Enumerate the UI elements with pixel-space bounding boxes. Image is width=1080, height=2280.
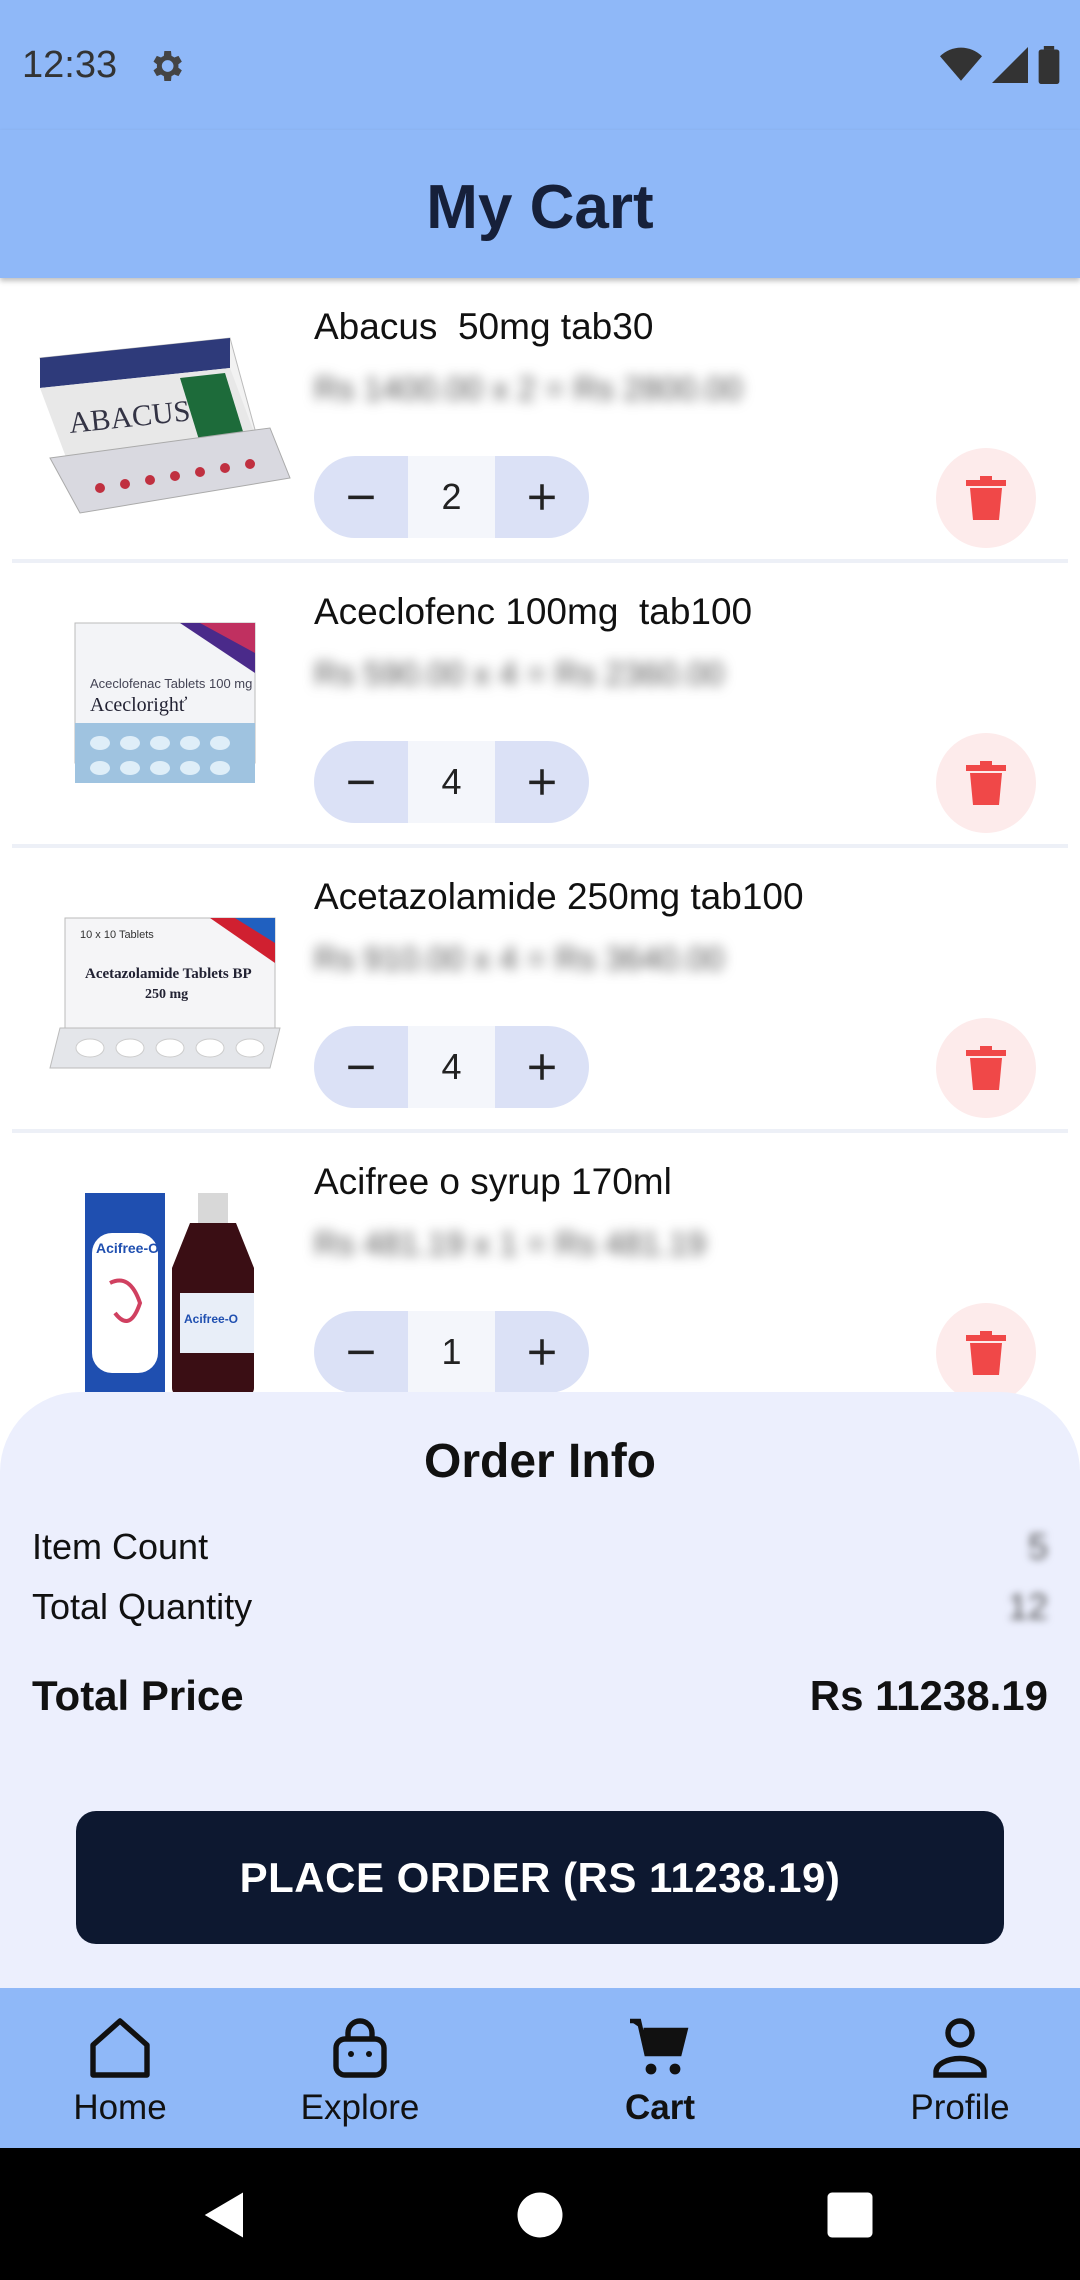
- product-image-aceclofenac: Aceclofenac Tablets 100 mg Aceclorighť: [30, 603, 300, 803]
- trash-icon: [966, 761, 1006, 805]
- trash-icon: [966, 1046, 1006, 1090]
- minus-icon: [348, 1065, 374, 1070]
- place-order-button[interactable]: PLACE ORDER (RS 11238.19): [76, 1811, 1004, 1944]
- decrease-quantity-button[interactable]: [314, 1026, 408, 1108]
- quantity-value: 4: [408, 1026, 495, 1108]
- svg-text:Aceclorighť: Aceclorighť: [90, 694, 188, 716]
- battery-icon: [1038, 46, 1060, 89]
- status-time: 12:33: [22, 44, 118, 86]
- quantity-stepper: 1: [314, 1311, 589, 1393]
- total-price-value: Rs 11238.19: [809, 1672, 1048, 1719]
- product-image-abacus: ABACUS: [30, 318, 300, 518]
- item-name: Acifree o syrup 170ml: [314, 1161, 672, 1202]
- minus-icon: [348, 780, 374, 785]
- cart-icon: [630, 2018, 689, 2075]
- trash-icon: [966, 1331, 1006, 1375]
- home-circle-icon[interactable]: [513, 2188, 567, 2242]
- delete-item-button[interactable]: [936, 1018, 1036, 1118]
- total-quantity-label: Total Quantity: [32, 1586, 253, 1627]
- item-name: Acetazolamide 250mg tab100: [314, 876, 804, 917]
- item-price: Rs 1400.00 x 2 = Rs 2800.00: [314, 370, 743, 407]
- bottom-nav: Home Explore Cart Profile: [0, 1988, 1080, 2148]
- nav-label: Home: [73, 2088, 167, 2127]
- item-count-value: 5: [1027, 1526, 1048, 1567]
- item-price: Rs 910.00 x 4 = Rs 3640.00: [314, 940, 725, 977]
- nav-item-explore[interactable]: Explore: [280, 1988, 440, 2148]
- item-count-label: Item Count: [32, 1526, 209, 1567]
- nav-label: Explore: [300, 2088, 420, 2127]
- status-indicators: [940, 46, 1060, 89]
- recents-icon[interactable]: [823, 2188, 877, 2242]
- plus-icon: [529, 1339, 555, 1365]
- quantity-value: 4: [408, 741, 495, 823]
- wifi-icon: [940, 47, 982, 88]
- minus-icon: [348, 495, 374, 500]
- cart-item: Acifree-O Acifree-O Acifree o syrup 170m…: [0, 1133, 1080, 1398]
- svg-text:Acifree-O: Acifree-O: [184, 1312, 238, 1326]
- page-title: My Cart: [426, 173, 654, 242]
- quantity-value: 1: [408, 1311, 495, 1393]
- back-icon[interactable]: [198, 2188, 252, 2242]
- nav-label: Cart: [624, 2088, 696, 2127]
- cart-item: 10 x 10 Tablets Acetazolamide Tablets BP…: [0, 848, 1080, 1133]
- settings-gear-icon: [146, 46, 186, 86]
- app-bar: My Cart: [0, 130, 1080, 278]
- quantity-stepper: 4: [314, 741, 589, 823]
- total-price-label: Total Price: [32, 1672, 244, 1719]
- cart-item: Aceclofenac Tablets 100 mg Aceclorighť A…: [0, 563, 1080, 848]
- svg-text:250 mg: 250 mg: [145, 987, 188, 1002]
- home-icon: [90, 2018, 150, 2078]
- delete-item-button[interactable]: [936, 448, 1036, 548]
- order-info-panel: Order Info Item Count 5 Total Quantity 1…: [0, 1392, 1080, 1992]
- system-nav-bar: [0, 2148, 1080, 2280]
- quantity-stepper: 2: [314, 456, 589, 538]
- increase-quantity-button[interactable]: [495, 741, 589, 823]
- plus-icon: [529, 484, 555, 510]
- increase-quantity-button[interactable]: [495, 1026, 589, 1108]
- increase-quantity-button[interactable]: [495, 456, 589, 538]
- total-quantity-value: 12: [1007, 1586, 1048, 1627]
- quantity-stepper: 4: [314, 1026, 589, 1108]
- svg-text:Aceclofenac Tablets 100 mg: Aceclofenac Tablets 100 mg: [90, 676, 252, 691]
- product-image-acifree-syrup: Acifree-O Acifree-O: [30, 1173, 300, 1396]
- status-bar: 12:33: [0, 0, 1080, 130]
- cart-list[interactable]: ABACUS Abacus 50mg tab30 Rs 1400.00 x 2 …: [0, 278, 1080, 1398]
- item-name: Aceclofenc 100mg tab100: [314, 591, 753, 632]
- plus-icon: [529, 1054, 555, 1080]
- trash-icon: [966, 476, 1006, 520]
- increase-quantity-button[interactable]: [495, 1311, 589, 1393]
- minus-icon: [348, 1350, 374, 1355]
- nav-item-profile[interactable]: Profile: [890, 1988, 1030, 2148]
- plus-icon: [529, 769, 555, 795]
- delete-item-button[interactable]: [936, 1303, 1036, 1398]
- quantity-value: 2: [408, 456, 495, 538]
- item-price: Rs 590.00 x 4 = Rs 2360.00: [314, 655, 725, 692]
- svg-text:Acetazolamide Tablets BP: Acetazolamide Tablets BP: [85, 966, 252, 982]
- nav-item-home[interactable]: Home: [50, 1988, 190, 2148]
- product-image-acetazolamide: 10 x 10 Tablets Acetazolamide Tablets BP…: [30, 888, 300, 1088]
- item-price: Rs 481.19 x 1 = Rs 481.19: [314, 1225, 706, 1262]
- decrease-quantity-button[interactable]: [314, 456, 408, 538]
- profile-icon: [933, 2018, 987, 2078]
- cart-item: ABACUS Abacus 50mg tab30 Rs 1400.00 x 2 …: [0, 278, 1080, 563]
- signal-icon: [992, 47, 1028, 88]
- decrease-quantity-button[interactable]: [314, 741, 408, 823]
- decrease-quantity-button[interactable]: [314, 1311, 408, 1393]
- svg-text:Acifree-O: Acifree-O: [96, 1240, 159, 1256]
- nav-label: Profile: [910, 2088, 1010, 2127]
- svg-text:10 x 10 Tablets: 10 x 10 Tablets: [80, 929, 154, 941]
- delete-item-button[interactable]: [936, 733, 1036, 833]
- item-name: Abacus 50mg tab30: [314, 306, 654, 347]
- shopping-bag-icon: [333, 2018, 387, 2078]
- nav-item-cart[interactable]: Cart: [590, 1988, 730, 2148]
- order-info-title: Order Info: [423, 1435, 656, 1488]
